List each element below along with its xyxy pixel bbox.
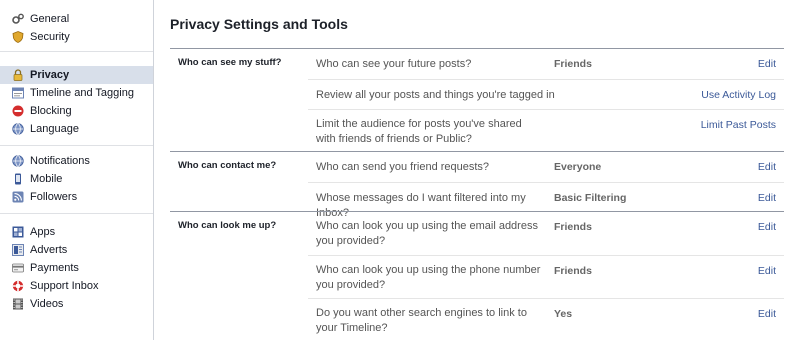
- sidebar-item-videos[interactable]: Videos: [0, 295, 153, 313]
- use-activity-log-link[interactable]: Use Activity Log: [701, 89, 776, 101]
- sidebar-group-account: General Security: [0, 0, 153, 52]
- edit-message-filtering-link[interactable]: Edit: [758, 192, 776, 204]
- adverts-icon: [12, 244, 24, 256]
- sidebar-item-blocking[interactable]: Blocking: [0, 102, 153, 120]
- sidebar-item-label: Payments: [30, 262, 79, 274]
- section-label: Who can contact me?: [178, 160, 277, 171]
- apps-icon: [12, 226, 24, 238]
- sidebar-item-payments[interactable]: Payments: [0, 259, 153, 277]
- section-label: Who can look me up?: [178, 220, 277, 231]
- sidebar-item-notifications[interactable]: Notifications: [0, 152, 153, 170]
- settings-row: Who can look you up using the email addr…: [308, 212, 784, 255]
- row-question: Who can send you friend requests?: [316, 161, 490, 173]
- card-icon: [12, 262, 24, 274]
- edit-search-engines-link[interactable]: Edit: [758, 308, 776, 320]
- film-icon: [12, 298, 24, 310]
- sidebar-item-adverts[interactable]: Adverts: [0, 241, 153, 259]
- sidebar-group-privacy: Privacy Timeline and Tagging Blocking La…: [0, 63, 153, 146]
- sidebar-item-label: Mobile: [30, 173, 63, 185]
- sidebar-item-label: Language: [30, 123, 79, 135]
- edit-phone-lookup-link[interactable]: Edit: [758, 265, 776, 277]
- row-question: Review all your posts and things you're …: [316, 89, 555, 101]
- row-value: Basic Filtering: [554, 192, 627, 204]
- section-see-my-stuff: Who can see my stuff? Who can see your f…: [170, 48, 784, 152]
- sidebar-item-timeline-tagging[interactable]: Timeline and Tagging: [0, 84, 153, 102]
- shield-icon: [12, 31, 24, 43]
- sidebar-item-label: Blocking: [30, 105, 72, 117]
- settings-row: Limit the audience for posts you've shar…: [308, 109, 784, 153]
- settings-row: Who can see your future posts? Friends E…: [308, 49, 784, 79]
- section-look-me-up: Who can look me up? Who can look you up …: [170, 211, 784, 341]
- sidebar-item-privacy[interactable]: Privacy: [0, 66, 153, 84]
- sidebar-item-followers[interactable]: Followers: [0, 188, 153, 206]
- row-value: Friends: [554, 58, 592, 70]
- sidebar-item-label: Support Inbox: [30, 280, 99, 292]
- row-value: Everyone: [554, 161, 602, 173]
- privacy-settings-panel: Privacy Settings and Tools Who can see m…: [170, 0, 784, 340]
- sidebar-item-support-inbox[interactable]: Support Inbox: [0, 277, 153, 295]
- section-label: Who can see my stuff?: [178, 57, 282, 68]
- sidebar-item-general[interactable]: General: [0, 10, 153, 28]
- row-value: Friends: [554, 265, 592, 277]
- sidebar-item-language[interactable]: Language: [0, 120, 153, 138]
- sidebar-item-mobile[interactable]: Mobile: [0, 170, 153, 188]
- edit-email-lookup-link[interactable]: Edit: [758, 221, 776, 233]
- sidebar-item-label: Security: [30, 31, 70, 43]
- limit-past-posts-link[interactable]: Limit Past Posts: [701, 119, 776, 131]
- sidebar-item-label: Videos: [30, 298, 64, 310]
- settings-row: Who can look you up using the phone numb…: [308, 255, 784, 299]
- globe-icon: [12, 123, 24, 135]
- row-question: Who can look you up using the phone numb…: [316, 264, 541, 291]
- page-title: Privacy Settings and Tools: [170, 16, 348, 32]
- row-value: Friends: [554, 221, 592, 233]
- block-icon: [12, 105, 24, 117]
- row-question: Do you want other search engines to link…: [316, 307, 527, 334]
- edit-friend-requests-link[interactable]: Edit: [758, 161, 776, 173]
- sidebar-item-label: Followers: [30, 191, 78, 203]
- row-question: Who can look you up using the email addr…: [316, 220, 538, 247]
- settings-row: Who can send you friend requests? Everyo…: [308, 152, 784, 182]
- settings-row: Do you want other search engines to link…: [308, 298, 784, 342]
- sidebar-group-notifications: Notifications Mobile Followers: [0, 144, 153, 214]
- row-question: Limit the audience for posts you've shar…: [316, 118, 522, 145]
- globe-icon: [12, 155, 24, 167]
- mobile-icon: [12, 173, 24, 185]
- lifebuoy-icon: [12, 280, 24, 292]
- sidebar-item-label: Notifications: [30, 155, 90, 167]
- row-value: Yes: [554, 308, 573, 320]
- settings-sidebar: General Security Privacy Timeline and Ta…: [0, 0, 154, 340]
- row-question: Who can see your future posts?: [316, 58, 472, 70]
- sidebar-item-label: Adverts: [30, 244, 68, 256]
- section-contact-me: Who can contact me? Who can send you fri…: [170, 151, 784, 219]
- timeline-icon: [12, 87, 24, 99]
- sidebar-item-label: Apps: [30, 226, 56, 238]
- settings-row: Whose messages do I want filtered into m…: [308, 182, 784, 219]
- sidebar-item-label: Timeline and Tagging: [30, 87, 134, 99]
- sidebar-group-apps: Apps Adverts Payments Support Inbox Vide…: [0, 215, 153, 320]
- sidebar-item-apps[interactable]: Apps: [0, 223, 153, 241]
- lock-icon: [12, 69, 24, 81]
- gears-icon: [12, 13, 24, 25]
- sidebar-item-label: General: [30, 13, 70, 25]
- sidebar-item-security[interactable]: Security: [0, 28, 153, 46]
- settings-row: Review all your posts and things you're …: [308, 79, 784, 110]
- sidebar-item-label: Privacy: [30, 69, 70, 81]
- rss-icon: [12, 191, 24, 203]
- edit-future-posts-link[interactable]: Edit: [758, 58, 776, 70]
